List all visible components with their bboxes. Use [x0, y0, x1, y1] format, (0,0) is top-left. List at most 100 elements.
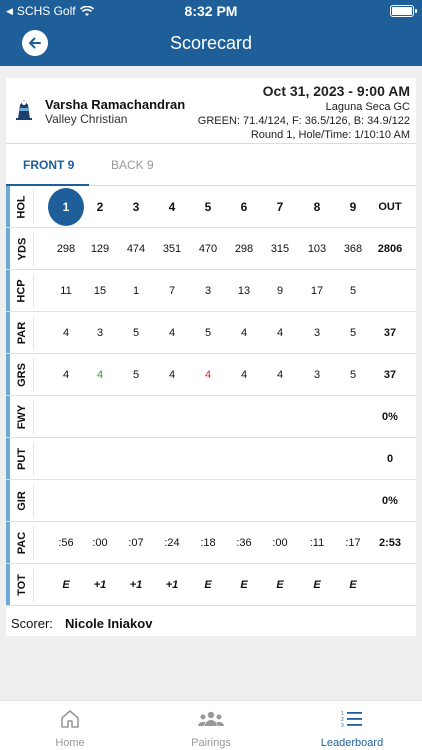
score-cell [262, 480, 298, 522]
score-value: 15 [93, 285, 107, 297]
score-value: :17 [345, 537, 361, 549]
scorer-label: Scorer: [11, 616, 53, 631]
score-cell [82, 480, 118, 522]
tab-pairings[interactable]: Pairings [141, 701, 281, 750]
score-cell: 5 [335, 312, 371, 354]
scorecard-row-tot: TOT E +1 +1 +1 E E E E E [6, 564, 416, 606]
score-cell[interactable]: 4 [154, 186, 190, 228]
score-cell: 4 [48, 312, 84, 354]
score-value: 4 [204, 369, 212, 381]
score-cell [299, 438, 335, 480]
score-cell: :56 [48, 522, 84, 564]
score-cell: 5 [335, 270, 371, 312]
row-label: PAC [14, 522, 34, 564]
score-value: 17 [310, 285, 324, 297]
score-cell: 351 [154, 228, 190, 270]
score-cell[interactable]: 9 [335, 186, 371, 228]
row-total: 0% [382, 411, 398, 423]
score-value: 5 [132, 327, 140, 339]
current-hole-badge[interactable]: 1 [48, 188, 84, 226]
row-accent-bar [6, 480, 10, 521]
score-cell [48, 480, 84, 522]
row-accent-bar [6, 354, 10, 395]
tab-front-9[interactable]: FRONT 9 [23, 158, 74, 172]
score-cell [48, 438, 84, 480]
score-value: 8 [313, 200, 321, 214]
score-value: 4 [168, 200, 176, 214]
row-label: HCP [14, 270, 34, 312]
tab-home-label: Home [55, 737, 85, 749]
score-cell: 5 [118, 312, 154, 354]
score-cell[interactable]: 5 [190, 186, 226, 228]
score-cell: 15 [82, 270, 118, 312]
row-accent-bar [6, 438, 10, 479]
score-cell[interactable]: 1 [48, 186, 84, 228]
row-label: HOL [14, 186, 34, 228]
scorecard-row-put: PUT 0 [6, 438, 416, 480]
score-cell: 4 [262, 354, 298, 396]
tab-home[interactable]: Home [0, 701, 140, 750]
scorer-row: Scorer: Nicole Iniakov [6, 610, 416, 636]
score-cell[interactable]: 6 [226, 186, 262, 228]
score-value: 13 [237, 285, 251, 297]
school-logo-icon [16, 100, 32, 120]
row-label-text: PUT [16, 448, 28, 470]
score-value: E [240, 579, 248, 591]
score-cell: 7 [154, 270, 190, 312]
score-cell: 298 [226, 228, 262, 270]
row-total: 0% [382, 495, 398, 507]
score-value: 4 [96, 369, 104, 381]
score-cell[interactable]: 8 [299, 186, 335, 228]
row-total: OUT [378, 201, 402, 213]
nav-bar: Scorecard [0, 22, 422, 66]
score-cell[interactable]: 3 [118, 186, 154, 228]
score-cell [82, 438, 118, 480]
row-accent-bar [6, 228, 10, 269]
score-cell: 1 [118, 270, 154, 312]
score-value: E [62, 579, 70, 591]
score-cell: 4 [154, 354, 190, 396]
score-value: 5 [349, 327, 357, 339]
score-value: :00 [272, 537, 288, 549]
score-cell[interactable]: 7 [262, 186, 298, 228]
tab-back-9[interactable]: BACK 9 [111, 158, 154, 172]
score-value: 6 [240, 200, 248, 214]
score-value: 3 [204, 285, 212, 297]
row-label: PUT [14, 438, 34, 480]
score-cell: E [190, 564, 226, 606]
status-time: 8:32 PM [184, 3, 238, 19]
score-value: 298 [234, 243, 254, 255]
score-cell: 5 [335, 354, 371, 396]
score-cell [335, 438, 371, 480]
tab-leaderboard[interactable]: 123 Leaderboard [282, 701, 422, 750]
score-cell: +1 [118, 564, 154, 606]
row-label: GIR [14, 480, 34, 522]
round-date: Oct 31, 2023 - 9:00 AM [262, 83, 410, 99]
score-cell: :17 [335, 522, 371, 564]
player-header: Varsha Ramachandran Valley Christian Oct… [6, 78, 416, 144]
score-cell: 470 [190, 228, 226, 270]
row-label-text: GRS [16, 363, 28, 387]
row-label-text: HOL [16, 195, 29, 219]
battery-icon [390, 5, 417, 17]
score-cell: 3 [190, 270, 226, 312]
score-value: +1 [93, 579, 107, 591]
score-cell [226, 396, 262, 438]
score-value: :07 [128, 537, 144, 549]
score-value: 315 [270, 243, 290, 255]
row-label-text: PAC [16, 531, 29, 555]
score-value: :11 [309, 537, 325, 549]
score-cell: E [48, 564, 84, 606]
scorecard-row-gir: GIR 0% [6, 480, 416, 522]
row-label-text: YDS [16, 237, 28, 261]
row-total: 0 [386, 453, 394, 465]
score-cell [118, 480, 154, 522]
score-cell: +1 [82, 564, 118, 606]
score-cell: 4 [262, 312, 298, 354]
score-cell [299, 480, 335, 522]
score-value: E [349, 579, 357, 591]
score-cell: 17 [299, 270, 335, 312]
score-value: 351 [162, 243, 182, 255]
score-cell: :36 [226, 522, 262, 564]
score-cell[interactable]: 2 [82, 186, 118, 228]
